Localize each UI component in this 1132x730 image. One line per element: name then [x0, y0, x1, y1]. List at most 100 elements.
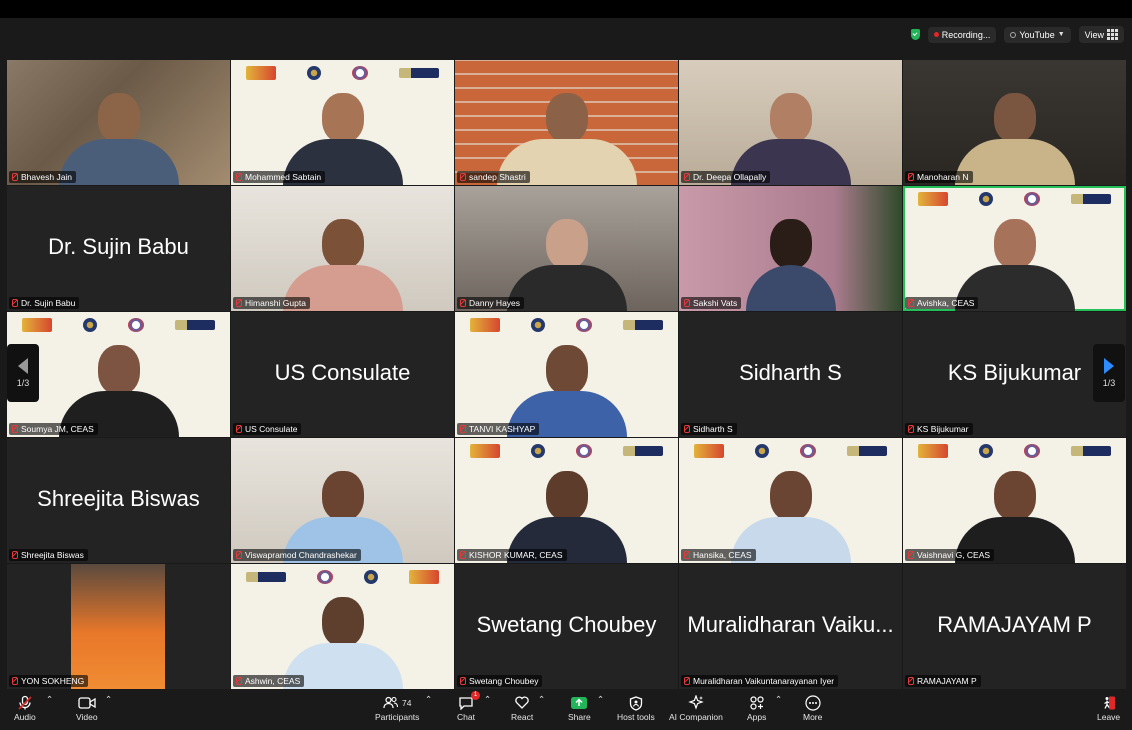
- view-button[interactable]: View: [1078, 26, 1124, 43]
- video-tile-active-speaker[interactable]: Avishka, CEAS: [903, 186, 1126, 311]
- audio-label: Audio: [14, 712, 36, 722]
- participants-button[interactable]: 74 Participants: [375, 694, 419, 722]
- share-options-caret[interactable]: ⌃: [597, 694, 604, 705]
- video-label: Video: [76, 712, 98, 722]
- video-tile[interactable]: Danny Hayes: [455, 186, 678, 311]
- page-indicator-right: 1/3: [1102, 378, 1116, 388]
- security-shield-icon[interactable]: [910, 29, 920, 40]
- ai-companion-label: AI Companion: [669, 712, 723, 722]
- event-banner: [455, 438, 678, 464]
- video-tile[interactable]: Himanshi Gupta: [231, 186, 454, 311]
- participant-name: Sakshi Vats: [681, 297, 742, 309]
- next-page-button[interactable]: 1/3: [1093, 344, 1125, 402]
- livestream-indicator[interactable]: YouTube ▼: [1004, 26, 1071, 43]
- video-tile[interactable]: Vaishnavi G, CEAS: [903, 438, 1126, 563]
- participants-options-caret[interactable]: ⌃: [425, 694, 432, 705]
- recording-indicator[interactable]: Recording...: [927, 26, 997, 43]
- ai-companion-button[interactable]: AI Companion: [669, 694, 723, 722]
- participant-name: Himanshi Gupta: [233, 297, 310, 309]
- share-button[interactable]: Share: [568, 694, 591, 722]
- react-options-caret[interactable]: ⌃: [538, 694, 545, 705]
- leave-door-icon: [1101, 694, 1117, 712]
- page-indicator-left: 1/3: [16, 378, 30, 388]
- meeting-toolbar: Audio ⌃ Video ⌃ 74 Participants ⌃ 1 Chat…: [0, 690, 1132, 730]
- participant-name: YON SOKHENG: [9, 675, 89, 687]
- chat-button[interactable]: 1 Chat: [457, 691, 480, 722]
- video-tile[interactable]: Sidharth S Sidharth S: [679, 312, 902, 437]
- livestream-icon: [1010, 31, 1017, 38]
- event-banner: [903, 438, 1126, 464]
- shield-host-icon: [629, 694, 643, 712]
- participant-display-name: Dr. Sujin Babu: [48, 234, 189, 259]
- participant-display-name: Muralidharan Vaiku...: [687, 612, 894, 637]
- apps-options-caret[interactable]: ⌃: [775, 694, 782, 705]
- apps-button[interactable]: Apps: [747, 694, 766, 722]
- video-button[interactable]: Video: [76, 694, 98, 722]
- host-tools-button[interactable]: Host tools: [617, 694, 655, 722]
- event-banner: [7, 312, 230, 338]
- participant-name: sandep Shastri: [457, 171, 530, 183]
- sparkle-ai-icon: [688, 694, 704, 712]
- participant-name: Avishka, CEAS: [905, 297, 979, 309]
- video-tile[interactable]: KISHOR KUMAR, CEAS: [455, 438, 678, 563]
- chat-options-caret[interactable]: ⌃: [484, 694, 491, 705]
- arrow-left-icon: [18, 358, 28, 374]
- participant-name: Muralidharan Vaikuntanarayanan Iyer: [681, 675, 839, 687]
- participant-name: Viswapramod Chandrashekar: [233, 549, 361, 561]
- video-tile[interactable]: US Consulate US Consulate: [231, 312, 454, 437]
- video-tile[interactable]: Sakshi Vats: [679, 186, 902, 311]
- video-tile[interactable]: Mohammed Sabtain: [231, 60, 454, 185]
- participant-name: Dr. Sujin Babu: [9, 297, 80, 309]
- participants-count: 74: [401, 698, 412, 708]
- video-camera-icon: [78, 694, 96, 712]
- share-label: Share: [568, 712, 591, 722]
- apps-grid-icon: [749, 694, 765, 712]
- participant-display-name: Sidharth S: [739, 360, 842, 385]
- video-tile[interactable]: Dr. Deepa Ollapally: [679, 60, 902, 185]
- video-tile[interactable]: Swetang Choubey Swetang Choubey: [455, 564, 678, 689]
- participant-display-name: Shreejita Biswas: [37, 486, 200, 511]
- react-button[interactable]: React: [511, 694, 533, 722]
- video-tile[interactable]: Viswapramod Chandrashekar: [231, 438, 454, 563]
- video-tile[interactable]: Ashwin, CEAS: [231, 564, 454, 689]
- more-button[interactable]: More: [803, 694, 822, 722]
- react-label: React: [511, 712, 534, 722]
- video-tile[interactable]: Bhavesh Jain: [7, 60, 230, 185]
- event-banner: [903, 186, 1126, 212]
- video-tile[interactable]: YON SOKHENG: [7, 564, 230, 689]
- participant-name: Ashwin, CEAS: [233, 675, 305, 687]
- share-screen-icon: [570, 694, 588, 712]
- event-banner: [231, 60, 454, 86]
- participants-icon: 74: [383, 694, 411, 712]
- arrow-right-icon: [1104, 358, 1114, 374]
- video-tile[interactable]: Shreejita Biswas Shreejita Biswas: [7, 438, 230, 563]
- window-top-edge: [0, 0, 1132, 18]
- participant-name: Dr. Deepa Ollapally: [681, 171, 771, 183]
- video-tile[interactable]: Hansika, CEAS: [679, 438, 902, 563]
- chevron-down-icon: ▼: [1057, 31, 1065, 38]
- video-tile[interactable]: sandep Shastri: [455, 60, 678, 185]
- participant-name: Mohammed Sabtain: [233, 171, 326, 183]
- event-banner: [231, 564, 454, 590]
- participant-name: Manoharan N: [905, 171, 973, 183]
- participant-name: Hansika, CEAS: [681, 549, 756, 561]
- leave-button[interactable]: Leave: [1097, 694, 1120, 722]
- previous-page-button[interactable]: 1/3: [7, 344, 39, 402]
- video-tile[interactable]: Soumya JM, CEAS: [7, 312, 230, 437]
- apps-label: Apps: [747, 712, 767, 722]
- video-tile[interactable]: RAMAJAYAM P RAMAJAYAM P: [903, 564, 1126, 689]
- participant-name: Sidharth S: [681, 423, 737, 435]
- leave-label: Leave: [1097, 712, 1121, 722]
- participants-label: Participants: [375, 712, 420, 722]
- video-options-caret[interactable]: ⌃: [105, 694, 112, 705]
- video-tile[interactable]: Manoharan N: [903, 60, 1126, 185]
- participant-name: Shreejita Biswas: [9, 549, 88, 561]
- audio-button[interactable]: Audio: [14, 694, 36, 722]
- participant-name: Swetang Choubey: [457, 675, 543, 687]
- video-tile[interactable]: Dr. Sujin Babu Dr. Sujin Babu: [7, 186, 230, 311]
- video-tile[interactable]: TANVI KASHYAP: [455, 312, 678, 437]
- audio-options-caret[interactable]: ⌃: [46, 694, 53, 705]
- heart-react-icon: [514, 694, 530, 712]
- chat-label: Chat: [457, 712, 475, 722]
- video-tile[interactable]: Muralidharan Vaiku... Muralidharan Vaiku…: [679, 564, 902, 689]
